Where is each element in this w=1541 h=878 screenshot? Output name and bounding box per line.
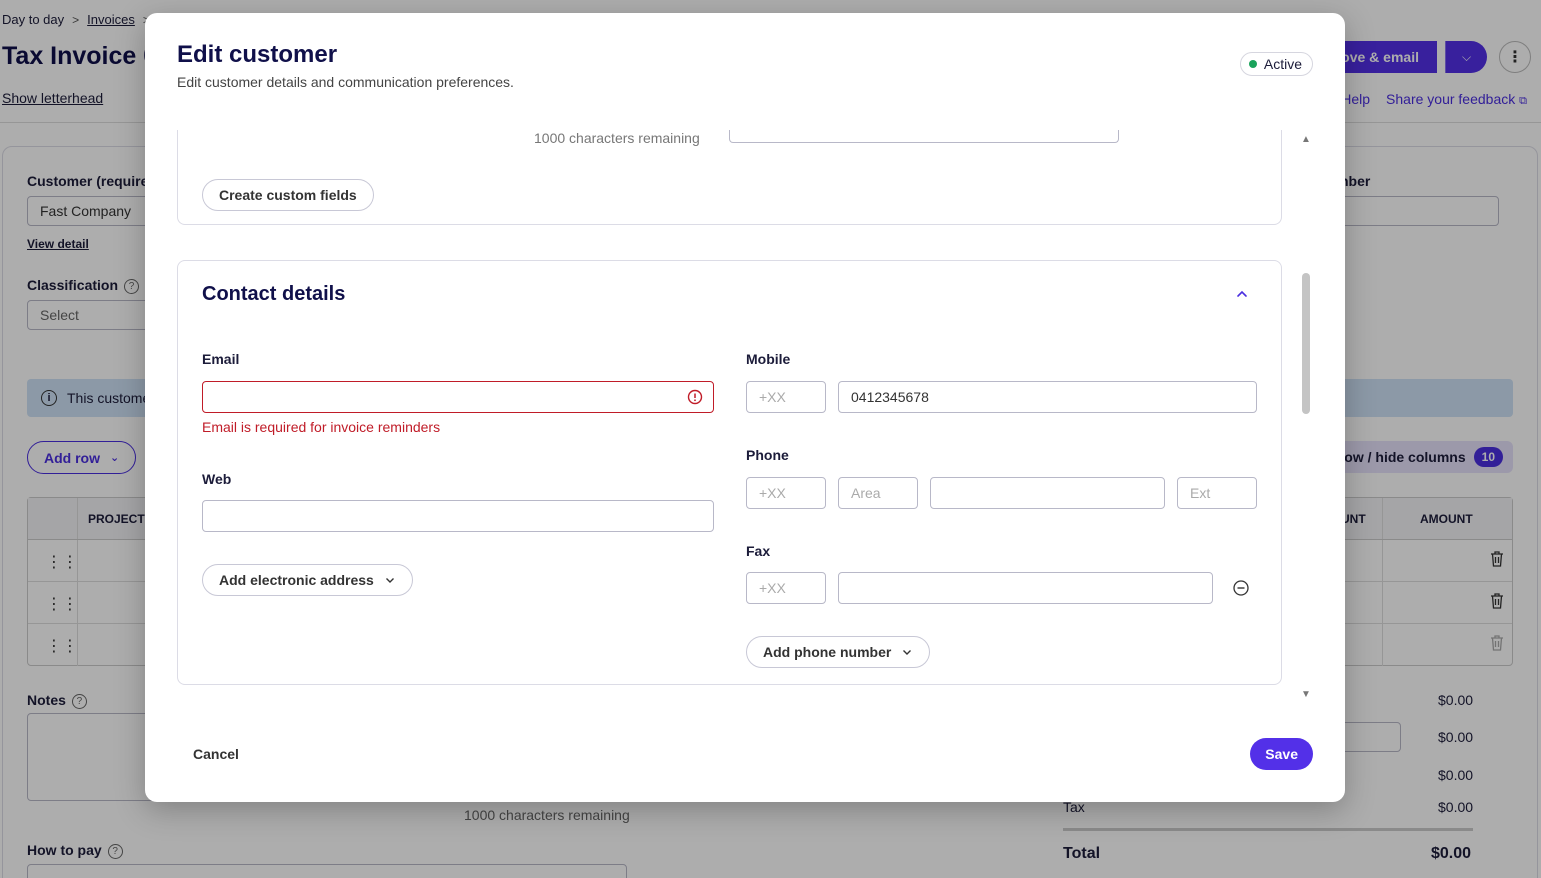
fax-label: Fax: [746, 543, 771, 559]
email-field[interactable]: [202, 381, 714, 413]
status-badge: Active: [1239, 52, 1313, 76]
add-phone-number-label: Add phone number: [763, 644, 892, 660]
cancel-button[interactable]: Cancel: [193, 746, 239, 762]
modal-scrollbar[interactable]: ▲ ▼: [1300, 130, 1314, 700]
mobile-label: Mobile: [746, 351, 791, 367]
chevron-up-icon[interactable]: [1233, 285, 1251, 303]
email-error-message: Email is required for invoice reminders: [202, 419, 441, 435]
phone-country-code-field[interactable]: +XX: [746, 477, 826, 509]
phone-label: Phone: [746, 447, 789, 463]
add-electronic-address-label: Add electronic address: [219, 572, 374, 588]
custom-field-chars-remaining: 1000 characters remaining: [534, 130, 700, 146]
scroll-down-arrow-icon[interactable]: ▼: [1301, 689, 1311, 700]
chevron-down-icon: [385, 578, 394, 583]
custom-field-textarea[interactable]: [729, 130, 1119, 143]
modal-title: Edit customer: [177, 41, 338, 68]
add-electronic-address-button[interactable]: Add electronic address: [202, 564, 413, 596]
contact-details-title: Contact details: [202, 283, 346, 305]
mobile-country-code-field[interactable]: +XX: [746, 381, 826, 413]
web-field[interactable]: [202, 500, 714, 532]
modal-scroll-region[interactable]: 1000 characters remaining Create custom …: [145, 130, 1345, 700]
mobile-number-field[interactable]: 0412345678: [838, 381, 1257, 413]
create-custom-fields-button[interactable]: Create custom fields: [202, 179, 374, 211]
chevron-down-icon: [903, 650, 912, 655]
phone-area-field[interactable]: Area: [838, 477, 918, 509]
add-phone-number-button[interactable]: Add phone number: [746, 636, 931, 668]
scroll-up-arrow-icon[interactable]: ▲: [1301, 134, 1311, 145]
status-dot-icon: [1248, 60, 1257, 68]
phone-ext-field[interactable]: Ext: [1177, 477, 1257, 509]
contact-details-section: Contact details Email Email is required …: [177, 260, 1282, 685]
modal-subtitle: Edit customer details and communication …: [177, 74, 514, 90]
scrollbar-thumb[interactable]: [1302, 273, 1310, 414]
custom-fields-section: 1000 characters remaining Create custom …: [177, 130, 1282, 225]
web-label: Web: [202, 471, 232, 487]
email-label: Email: [202, 351, 240, 367]
edit-customer-modal: Edit customer Edit customer details and …: [145, 13, 1345, 802]
fax-country-code-field[interactable]: +XX: [746, 572, 826, 604]
save-button[interactable]: Save: [1250, 738, 1313, 770]
fax-number-field[interactable]: [838, 572, 1213, 604]
remove-circle-icon[interactable]: [1232, 579, 1250, 597]
phone-number-field[interactable]: [930, 477, 1165, 509]
status-text: Active: [1263, 56, 1302, 72]
error-icon: [687, 389, 703, 405]
